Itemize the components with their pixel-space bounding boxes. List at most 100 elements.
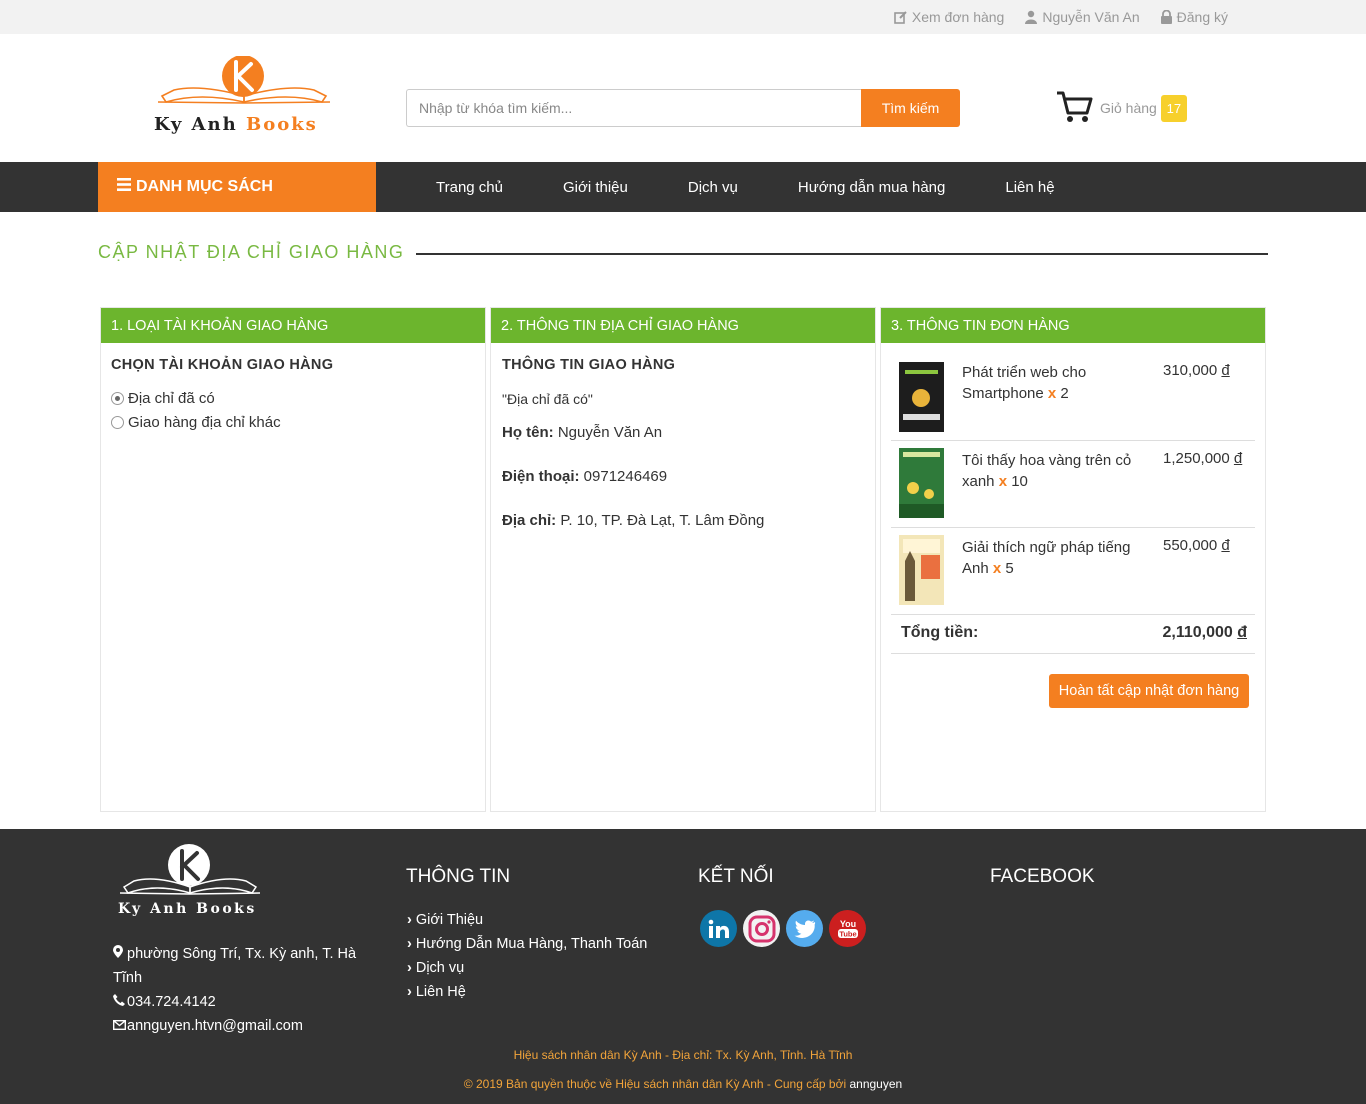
book-cover-image — [899, 362, 944, 432]
recipient-name: Họ tên: Nguyễn Văn An — [502, 424, 663, 441]
footer-connect-title: KẾT NỐI — [698, 866, 774, 887]
panel-header: 1. LOẠI TÀI KHOẢN GIAO HÀNG — [101, 308, 485, 343]
order-item: Phát triển web cho Smartphone x 2 310,00… — [891, 353, 1255, 441]
footer-logo-book-icon — [119, 844, 261, 895]
edit-icon — [894, 10, 908, 24]
logo-text: Ky Anh Books — [154, 114, 318, 135]
panel-header: 3. THÔNG TIN ĐƠN HÀNG — [881, 308, 1265, 343]
shipping-info-panel: 2. THÔNG TIN ĐỊA CHỈ GIAO HÀNG THÔNG TIN… — [490, 307, 876, 812]
chevron-right-icon: › — [407, 936, 412, 952]
complete-order-button[interactable]: Hoàn tất cập nhật đơn hàng — [1049, 674, 1249, 708]
user-name: Nguyễn Văn An — [1042, 9, 1140, 25]
footer-email: annguyen.htvn@gmail.com — [112, 1014, 363, 1038]
title-divider — [416, 253, 1268, 255]
register-link[interactable]: Đăng ký — [1160, 9, 1228, 25]
instagram-icon[interactable] — [743, 910, 780, 947]
linkedin-icon[interactable] — [700, 910, 737, 947]
user-account-link[interactable]: Nguyễn Văn An — [1024, 9, 1140, 25]
order-info-panel: 3. THÔNG TIN ĐƠN HÀNG Phát triển web cho… — [880, 307, 1266, 812]
radio-label: Địa chỉ đã có — [128, 390, 215, 407]
nav-item-about[interactable]: Giới thiệu — [533, 179, 658, 196]
user-icon — [1024, 10, 1038, 24]
account-type-panel: 1. LOẠI TÀI KHOẢN GIAO HÀNG CHỌN TÀI KHO… — [100, 307, 486, 812]
chevron-right-icon: › — [407, 960, 412, 976]
footer-link-contact[interactable]: › Liên Hệ — [407, 984, 466, 1000]
footer-links: › Giới Thiệu › Hướng Dẫn Mua Hàng, Thanh T… — [407, 908, 647, 1004]
order-item-title: Giải thích ngữ pháp tiếng Anh x 5 — [962, 539, 1131, 577]
footer-link-about[interactable]: › Giới Thiệu — [407, 912, 483, 928]
search-input[interactable] — [406, 89, 861, 127]
page-title: CẬP NHẬT ĐỊA CHỈ GIAO HÀNG — [98, 242, 405, 262]
radio-button[interactable] — [111, 416, 124, 429]
total-label: Tổng tiền: — [901, 624, 979, 641]
lock-icon — [1160, 10, 1173, 24]
recipient-address: Địa chỉ: P. 10, TP. Đà Lạt, T. Lâm Đồng — [502, 512, 765, 529]
cart-link[interactable]: Giỏ hàng 17 — [1056, 90, 1187, 126]
footer-link-guide[interactable]: › Hướng Dẫn Mua Hàng, Thanh Toán — [407, 936, 647, 952]
footer-copyright: © 2019 Bản quyền thuộc về Hiệu sách nhân… — [463, 1077, 903, 1091]
svg-text:Tube: Tube — [839, 929, 856, 938]
search-button[interactable]: Tìm kiếm — [861, 89, 960, 127]
map-marker-icon — [113, 942, 127, 966]
nav-item-services[interactable]: Dịch vụ — [658, 179, 768, 196]
order-total-row: Tổng tiền: 2,110,000 đ — [891, 614, 1255, 654]
total-value: 2,110,000 đ — [1162, 624, 1247, 641]
order-item: Tôi thấy hoa vàng trên cỏ xanh x 10 1,25… — [891, 441, 1255, 528]
nav-item-home[interactable]: Trang chủ — [406, 179, 533, 196]
footer-info-title: THÔNG TIN — [406, 866, 511, 887]
search-bar: Tìm kiếm — [406, 89, 960, 127]
book-cover-image — [899, 448, 944, 518]
footer-address-line: Hiệu sách nhân dân Kỳ Anh - Địa chỉ: Tx.… — [513, 1048, 853, 1062]
order-item-title: Phát triển web cho Smartphone x 2 — [962, 364, 1087, 402]
footer-address: phường Sông Trí, Tx. Kỳ anh, T. Hà Tĩnh — [113, 942, 363, 990]
category-menu-label: DANH MỤC SÁCH — [136, 178, 273, 195]
top-bar: Xem đơn hàng Nguyễn Văn An Đăng ký — [0, 0, 1366, 34]
cart-label: Giỏ hàng — [1100, 100, 1157, 116]
footer-logo[interactable]: Ky Anh Books — [116, 843, 266, 921]
address-type-note: "Địa chỉ đã có" — [502, 391, 593, 407]
book-cover-image — [899, 535, 944, 605]
chevron-right-icon: › — [407, 984, 412, 1000]
footer-facebook-title: FACEBOOK — [990, 866, 1095, 887]
footer-contact: phường Sông Trí, Tx. Kỳ anh, T. Hà Tĩnh … — [112, 942, 363, 1038]
panel-subheading: CHỌN TÀI KHOẢN GIAO HÀNG — [111, 357, 334, 373]
logo-book-icon — [157, 56, 331, 104]
main-nav: DANH MỤC SÁCH Trang chủ Giới thiệu Dịch … — [0, 162, 1366, 212]
radio-button-checked[interactable] — [111, 392, 124, 405]
recipient-phone: Điện thoại: 0971246469 — [502, 468, 668, 485]
view-orders-link[interactable]: Xem đơn hàng — [894, 9, 1004, 25]
register-label: Đăng ký — [1176, 9, 1228, 25]
view-orders-label: Xem đơn hàng — [911, 9, 1005, 25]
panel-subheading: THÔNG TIN GIAO HÀNG — [502, 357, 676, 373]
order-item-price: 550,000 đ — [1163, 537, 1230, 554]
nav-item-contact[interactable]: Liên hệ — [975, 179, 1084, 196]
footer: Ky Anh Books phường Sông Trí, Tx. Kỳ anh… — [0, 829, 1366, 1104]
nav-menu: Trang chủ Giới thiệu Dịch vụ Hướng dẫn m… — [406, 162, 1085, 212]
site-logo[interactable]: Ky Anh Books — [152, 56, 340, 138]
order-item-price: 310,000 đ — [1163, 362, 1230, 379]
nav-item-guide[interactable]: Hướng dẫn mua hàng — [768, 179, 975, 196]
order-item: Giải thích ngữ pháp tiếng Anh x 5 550,00… — [891, 528, 1255, 615]
footer-link-services[interactable]: › Dịch vụ — [407, 960, 464, 976]
phone-icon — [113, 990, 127, 1014]
top-links: Xem đơn hàng Nguyễn Văn An Đăng ký — [894, 0, 1228, 34]
footer-logo-text: Ky Anh Books — [118, 901, 257, 917]
radio-label: Giao hàng địa chỉ khác — [128, 414, 281, 431]
chevron-right-icon: › — [407, 912, 412, 928]
menu-bars-icon — [117, 178, 131, 196]
cart-icon — [1056, 90, 1094, 127]
panel-header: 2. THÔNG TIN ĐỊA CHỈ GIAO HÀNG — [491, 308, 875, 343]
radio-other-address[interactable]: Giao hàng địa chỉ khác — [111, 414, 281, 431]
youtube-icon[interactable]: You Tube — [829, 910, 866, 947]
category-menu-button[interactable]: DANH MỤC SÁCH — [98, 162, 376, 212]
cart-count-badge: 17 — [1160, 94, 1187, 122]
envelope-icon — [112, 1014, 127, 1038]
svg-text:You: You — [839, 919, 855, 929]
social-links: You Tube — [700, 910, 866, 947]
order-item-price: 1,250,000 đ — [1163, 450, 1243, 467]
header: Ky Anh Books Tìm kiếm Giỏ hàng 17 — [0, 34, 1366, 162]
radio-existing-address[interactable]: Địa chỉ đã có — [111, 390, 215, 407]
author-link[interactable]: annguyen — [849, 1077, 902, 1091]
twitter-icon[interactable] — [786, 910, 823, 947]
footer-phone: 034.724.4142 — [113, 990, 363, 1014]
